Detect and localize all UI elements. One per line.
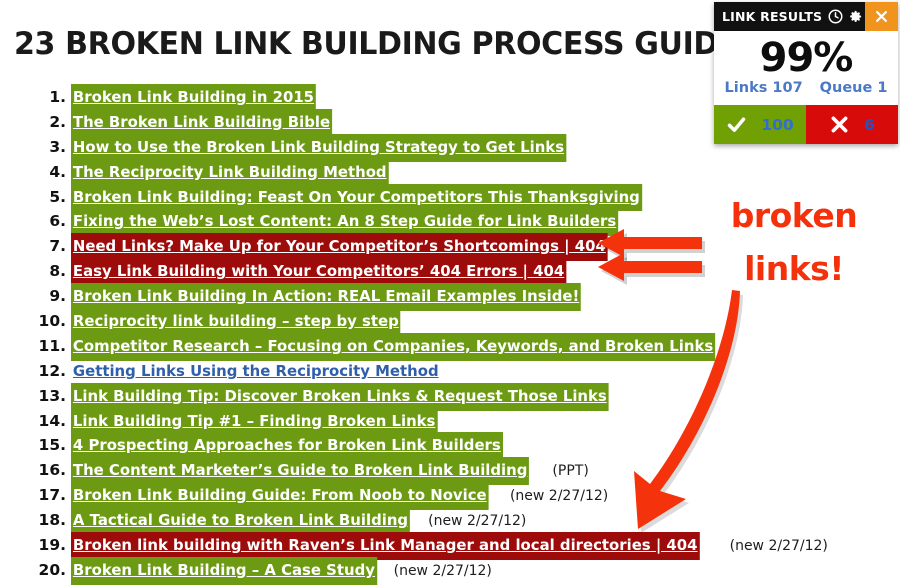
cross-icon <box>831 116 848 133</box>
list-item-number: 3. <box>49 137 66 156</box>
list-item: 5. Broken Link Building: Feast On Your Co… <box>34 183 894 212</box>
check-icon <box>728 117 746 132</box>
list-item-number: 17. <box>38 486 66 505</box>
link-results-header-icons <box>828 9 865 24</box>
guide-link[interactable]: Broken Link Building: Feast On Your Comp… <box>71 183 642 212</box>
list-item: 16. The Content Marketer’s Guide to Broke… <box>34 457 894 486</box>
list-item-number: 13. <box>38 386 66 405</box>
good-links-button[interactable]: 100 <box>714 105 806 144</box>
list-item: 6. Fixing the Web’s Lost Content: An 8 St… <box>34 208 894 237</box>
guide-link[interactable]: Need Links? Make Up for Your Competitor’… <box>71 233 608 262</box>
guide-link[interactable]: Broken Link Building in 2015 <box>71 84 316 112</box>
guide-link[interactable]: Competitor Research – Focusing on Compan… <box>71 332 716 361</box>
guide-link[interactable]: Fixing the Web’s Lost Content: An 8 Step… <box>71 208 619 237</box>
gear-icon[interactable] <box>848 9 863 24</box>
bad-links-button[interactable]: 6 <box>806 105 898 144</box>
list-item-number: 15. <box>38 436 66 455</box>
list-item-number: 9. <box>49 287 66 306</box>
guide-link[interactable]: Easy Link Building with Your Competitors… <box>71 258 567 287</box>
page-title: 23 BROKEN LINK BUILDING PROCESS GUIDES <box>14 26 760 62</box>
list-item: 18. A Tactical Guide to Broken Link Build… <box>34 507 894 536</box>
guide-link[interactable]: Broken Link Building Guide: From Noob to… <box>71 482 489 511</box>
guide-link[interactable]: Getting Links Using the Reciprocity Meth… <box>71 358 441 386</box>
list-item-number: 6. <box>49 212 66 231</box>
link-results-stats: Links 107 Queue 1 <box>714 80 898 96</box>
close-icon <box>876 11 887 22</box>
list-item: 20. Broken Link Building – A Case Study (n… <box>34 556 894 585</box>
guide-link[interactable]: Broken Link Building In Action: REAL Ema… <box>71 283 582 312</box>
list-item-number: 19. <box>38 536 66 555</box>
list-item: 15. 4 Prospecting Approaches for Broken L… <box>34 432 894 461</box>
guide-link[interactable]: How to Use the Broken Link Building Stra… <box>71 133 566 162</box>
link-results-title: LINK RESULTS <box>722 9 823 24</box>
guide-link[interactable]: Reciprocity link building – step by step <box>71 308 401 336</box>
list-item: 11. Competitor Research – Focusing on Com… <box>34 332 894 361</box>
list-item: 9. Broken Link Building In Action: REAL E… <box>34 283 894 312</box>
list-item: 12. Getting Links Using the Reciprocity M… <box>34 358 894 383</box>
list-item: 13. Link Building Tip: Discover Broken Li… <box>34 382 894 411</box>
queue-count[interactable]: Queue 1 <box>820 80 888 96</box>
guide-suffix: (PPT) <box>552 463 589 480</box>
list-item-number: 5. <box>49 187 66 206</box>
list-item-number: 8. <box>49 262 66 281</box>
guide-list: 1. Broken Link Building in 2015 2. The Brok… <box>34 84 894 585</box>
list-item-number: 4. <box>49 162 66 181</box>
guide-link[interactable]: The Reciprocity Link Building Method <box>71 158 389 187</box>
list-item: 8. Easy Link Building with Your Competito… <box>34 258 894 287</box>
guide-link[interactable]: Broken link building with Raven’s Link M… <box>71 532 700 560</box>
guide-link[interactable]: The Content Marketer’s Guide to Broken L… <box>71 457 530 486</box>
list-item-number: 2. <box>49 112 66 131</box>
guide-link[interactable]: Link Building Tip: Discover Broken Links… <box>71 382 609 411</box>
guide-suffix: (new 2/27/12) <box>393 562 492 579</box>
link-results-footer: 100 6 <box>714 105 898 144</box>
list-item: 4. The Reciprocity Link Building Method <box>34 158 894 187</box>
list-item-number: 18. <box>38 511 66 530</box>
good-links-count: 100 <box>761 115 794 134</box>
bad-links-count: 6 <box>864 115 875 134</box>
link-results-body: 99% Links 107 Queue 1 <box>714 31 898 105</box>
completion-percent: 99% <box>759 35 854 81</box>
list-item: 17. Broken Link Building Guide: From Noob… <box>34 482 894 511</box>
guide-link[interactable]: The Broken Link Building Bible <box>71 108 332 137</box>
list-item-number: 7. <box>49 237 66 256</box>
list-item: 10. Reciprocity link building – step by s… <box>34 308 894 336</box>
list-item-number: 12. <box>38 361 66 380</box>
guide-link[interactable]: Link Building Tip #1 – Finding Broken Li… <box>71 407 438 436</box>
guide-suffix: (new 2/27/12) <box>509 488 609 505</box>
list-item: 19. Broken link building with Raven’s Lin… <box>34 532 894 560</box>
link-results-header: LINK RESULTS <box>714 2 898 31</box>
guide-link[interactable]: A Tactical Guide to Broken Link Building <box>71 507 410 536</box>
list-item-number: 1. <box>49 88 66 106</box>
list-item: 14. Link Building Tip #1 – Finding Broken… <box>34 407 894 436</box>
guide-link[interactable]: 4 Prospecting Approaches for Broken Link… <box>71 432 503 461</box>
guide-suffix: (new 2/27/12) <box>428 513 527 530</box>
list-item-number: 20. <box>38 560 66 579</box>
list-item-number: 11. <box>38 336 66 355</box>
list-item: 7. Need Links? Make Up for Your Competito… <box>34 233 894 262</box>
list-item-number: 14. <box>38 411 66 430</box>
list-item-number: 10. <box>38 312 66 331</box>
list-item-number: 16. <box>38 461 66 480</box>
close-button[interactable] <box>865 2 898 31</box>
clock-icon[interactable] <box>828 9 843 24</box>
link-results-widget: LINK RESULTS 99% Links 107 Queue 1 100 6 <box>714 2 898 144</box>
links-count[interactable]: Links 107 <box>725 80 803 96</box>
guide-link[interactable]: Broken Link Building – A Case Study <box>71 556 377 585</box>
guide-suffix: (new 2/27/12) <box>729 538 828 555</box>
